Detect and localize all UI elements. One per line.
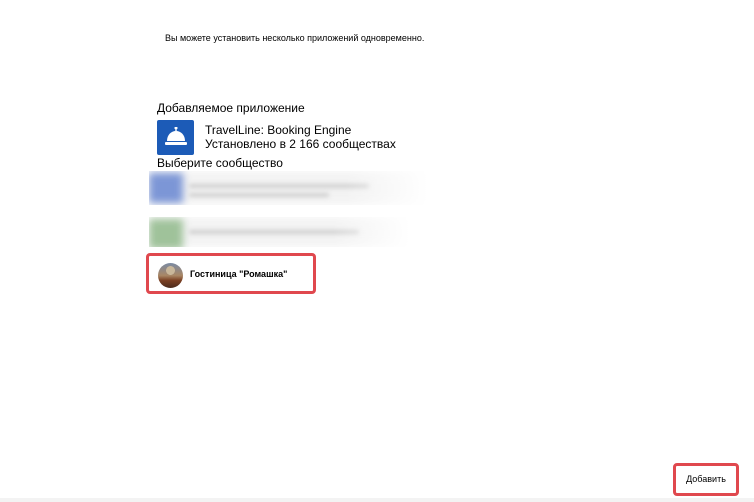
community-item-blurred[interactable] (149, 171, 429, 205)
service-bell-icon (157, 119, 194, 155)
service-bell-glyph (164, 127, 187, 145)
community-item-blurred[interactable] (149, 217, 411, 247)
add-button[interactable]: Добавить (673, 463, 739, 496)
app-install-count: Установлено в 2 166 сообществах (205, 137, 396, 151)
added-app-info: TravelLine: Booking Engine Установлено в… (205, 123, 396, 151)
community-name: Гостиница "Ромашка" (190, 269, 288, 279)
fade-overlay (149, 217, 411, 247)
community-avatar (158, 263, 183, 288)
fade-overlay (149, 171, 429, 205)
community-item-selected[interactable]: Гостиница "Ромашка" (146, 253, 316, 294)
added-app-heading: Добавляемое приложение (157, 101, 305, 115)
intro-text: Вы можете установить несколько приложени… (165, 33, 425, 43)
app-name: TravelLine: Booking Engine (205, 123, 352, 137)
choose-community-heading: Выберите сообщество (157, 156, 283, 170)
add-button-label: Добавить (686, 474, 726, 484)
footer-bar (0, 498, 754, 502)
added-app-row: TravelLine: Booking Engine Установлено в… (157, 119, 396, 155)
